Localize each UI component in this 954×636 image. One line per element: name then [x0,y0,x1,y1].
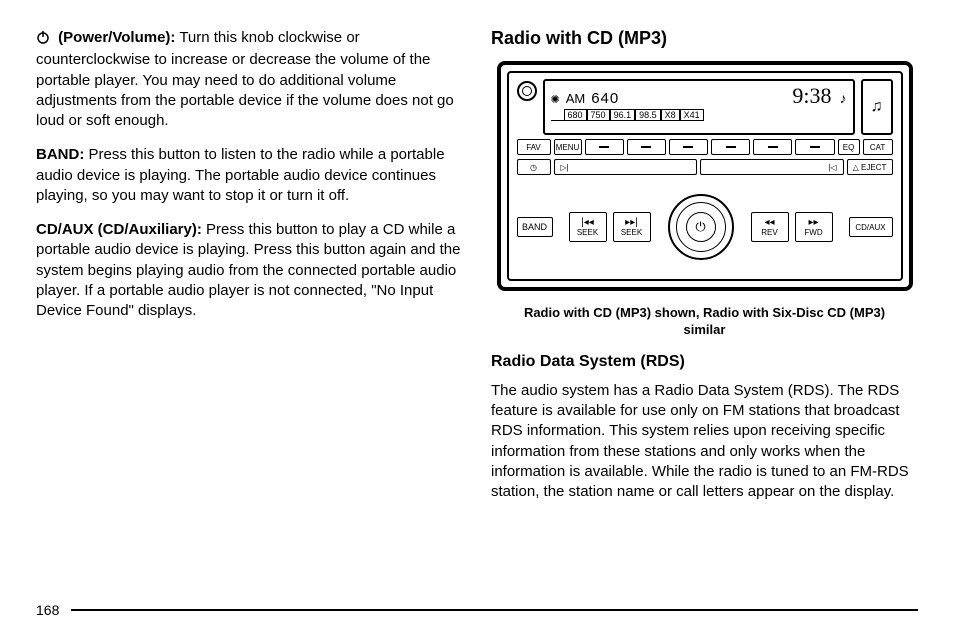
fwd-button[interactable]: ▸▸ FWD [795,212,833,242]
eject-button[interactable]: △ EJECT [847,159,893,175]
preset-6: X41 [680,109,704,121]
preset-3: 96.1 [610,109,636,121]
preset-slot-4[interactable] [711,139,750,155]
lcd-display: ✺ AM 640 9:38 ♪ 680 750 [543,79,855,135]
small-knob-left[interactable] [517,81,537,101]
para-rds: The audio system has a Radio Data System… [491,381,918,503]
para-power-volume: (Power/Volume): Turn this knob clockwise… [36,28,463,131]
seek-fwd-button[interactable]: ▸▸| SEEK [613,212,651,242]
note-icon: ♫ [871,98,883,116]
dash-icon [641,146,651,148]
sun-icon: ✺ [551,93,560,106]
footer-rule [71,609,918,611]
cd-aux-button[interactable]: CD/AUX [849,217,893,237]
dash-icon [683,146,693,148]
para-band: BAND: Press this button to listen to the… [36,145,463,206]
dash-icon [810,146,820,148]
term-cdaux: CD/AUX (CD/Auxiliary): [36,221,202,238]
next-track-icon: ▷| [561,163,569,172]
term-band: BAND: [36,146,84,163]
term-power-volume: (Power/Volume): [58,29,175,46]
left-column: (Power/Volume): Turn this knob clockwise… [36,28,463,598]
dash-icon [726,146,736,148]
fav-button[interactable]: FAV [517,139,551,155]
preset-1: 680 [564,109,587,121]
preset-2: 750 [587,109,610,121]
preset-slot-3[interactable] [669,139,708,155]
power-volume-knob[interactable]: ⏻ [668,194,734,260]
prev-track-icon: |◁ [828,163,836,172]
heading-radio-with-cd: Radio with CD (MP3) [491,28,918,49]
display-row: ✺ AM 640 9:38 ♪ 680 750 [517,79,893,135]
button-row-2: ◷ ▷| |◁ △ EJECT [517,159,893,175]
radio-bezel-inner: ✺ AM 640 9:38 ♪ 680 750 [507,71,903,281]
lcd-clock: 9:38 [792,83,831,109]
power-icon: ⏻ [695,219,705,235]
eq-button[interactable]: EQ [838,139,860,155]
dash-icon [599,146,609,148]
clock-icon: ◷ [530,163,537,172]
heading-rds: Radio Data System (RDS) [491,353,918,371]
right-column: Radio with CD (MP3) ✺ AM 640 [491,28,918,598]
preset-4: 98.5 [635,109,661,121]
music-note-button[interactable]: ♫ [861,79,893,135]
lcd-preset-row: 680 750 96.1 98.5 X8 X41 [551,109,847,121]
seek-back-button[interactable]: |◂◂ SEEK [569,212,607,242]
rev-icon: ◂◂ [764,218,774,228]
page-number: 168 [36,602,59,618]
lcd-top-line: ✺ AM 640 9:38 ♪ [551,83,847,109]
control-row: BAND |◂◂ SEEK ▸▸| SEEK ⏻ [517,181,893,273]
page-footer: 168 [36,602,918,618]
menu-button[interactable]: MENU [554,139,582,155]
rev-button[interactable]: ◂◂ REV [751,212,789,242]
power-icon [36,30,50,50]
lcd-frequency: 640 [591,90,619,107]
preset-slot-2[interactable] [627,139,666,155]
preset-slot-1[interactable] [585,139,624,155]
preset-slot-5[interactable] [753,139,792,155]
track-next-long[interactable]: ▷| [554,159,698,175]
radio-bezel-outer: ✺ AM 640 9:38 ♪ 680 750 [497,61,913,291]
lcd-band: AM [566,91,586,106]
clock-set-button[interactable]: ◷ [517,159,551,175]
track-prev-long[interactable]: |◁ [700,159,844,175]
text-band: Press this button to listen to the radio… [36,146,445,204]
band-button[interactable]: BAND [517,217,553,237]
alarm-icon: ♪ [840,90,847,106]
seek-fwd-icon: ▸▸| [625,218,638,228]
preset-slot-6[interactable] [795,139,834,155]
para-cdaux: CD/AUX (CD/Auxiliary): Press this button… [36,220,463,321]
preset-5: X8 [661,109,680,121]
dash-icon [768,146,778,148]
cat-button[interactable]: CAT [863,139,893,155]
radio-figure: ✺ AM 640 9:38 ♪ 680 750 [491,61,918,291]
figure-caption: Radio with CD (MP3) shown, Radio with Si… [511,305,898,339]
fwd-icon: ▸▸ [808,218,818,228]
seek-back-icon: |◂◂ [581,218,594,228]
button-row-1: FAV MENU EQ CAT [517,139,893,155]
